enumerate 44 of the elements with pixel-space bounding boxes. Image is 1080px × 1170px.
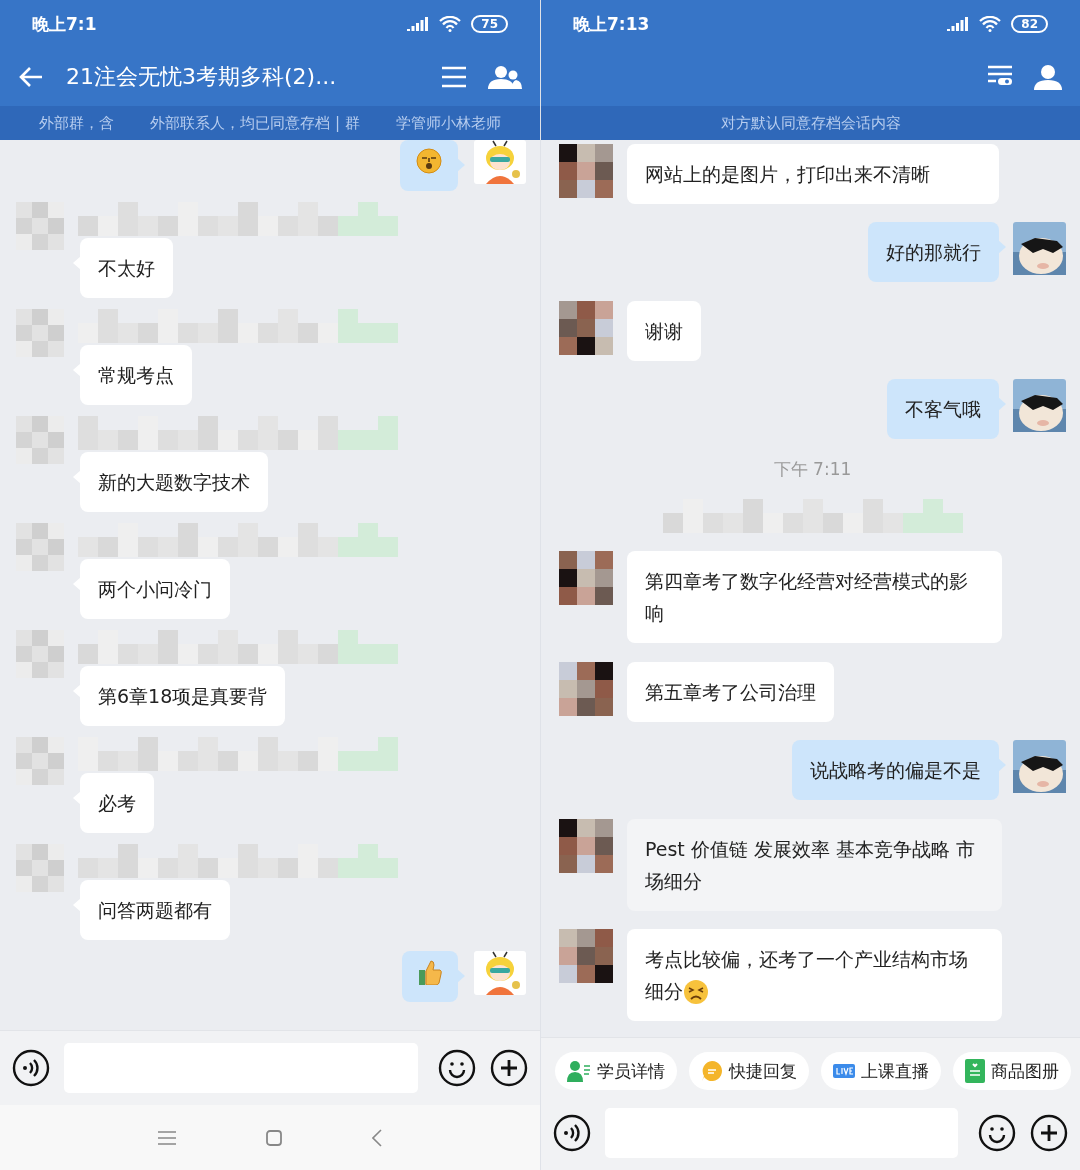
wifi-icon (979, 16, 1002, 32)
message-bubble: 第五章考了公司治理 (627, 661, 834, 722)
add-icon[interactable] (1030, 1114, 1068, 1152)
message-bubble: Pest 价值链 发展效率 基本竞争战略 市场细分 (627, 818, 1002, 911)
live-icon (833, 1064, 855, 1078)
bubble-tail (998, 240, 1006, 255)
group-members-icon[interactable] (488, 65, 522, 89)
message-bubble: 第四章考了数字化经营对经营模式的影响 (627, 551, 1002, 644)
voice-icon[interactable] (553, 1114, 591, 1152)
message-bubble: 考点比较偏，还考了一个产业结构市场细分 (627, 928, 1002, 1021)
message-bubble: 谢谢 (627, 300, 701, 361)
emoji-icon[interactable] (978, 1114, 1016, 1152)
person-icon[interactable] (1034, 64, 1062, 90)
quick-action-button[interactable]: 学员详情 (555, 1052, 677, 1090)
thumbs-up-icon (418, 959, 442, 985)
archive-notice: 学管师小林老师 (395, 113, 501, 133)
timestamp: 下午 7:11 (773, 457, 852, 481)
home-icon[interactable] (266, 1129, 282, 1146)
add-icon[interactable] (490, 1049, 528, 1087)
quick-action-button[interactable]: 上课直播 (821, 1052, 941, 1090)
signal-icon (947, 17, 970, 31)
message-icon (701, 1060, 723, 1082)
quick-action-button[interactable]: 快捷回复 (689, 1052, 809, 1090)
emoji-icon[interactable] (438, 1049, 476, 1087)
battery-level: 75 (471, 15, 508, 33)
wifi-icon (439, 16, 462, 32)
archive-notice: 对方默认同意存档会话内容 (720, 113, 901, 133)
menu-icon[interactable] (158, 1130, 176, 1145)
sleepy-face-icon (416, 148, 442, 174)
archive-notice: 外部群，含 (39, 113, 115, 133)
battery-level: 82 (1011, 15, 1048, 33)
status-time: 晚上7:13 (573, 12, 650, 36)
catalog-icon (965, 1059, 985, 1083)
back-icon[interactable] (372, 1128, 382, 1147)
person-list-icon (567, 1060, 591, 1082)
status-time: 晚上7:1 (32, 12, 97, 36)
signal-icon (407, 17, 430, 31)
archive-notice: 外部联系人，均已同意存档 | 群 (150, 113, 360, 133)
bubble-tail (998, 397, 1006, 412)
voice-icon[interactable] (12, 1049, 50, 1087)
bubble-tail (998, 758, 1006, 773)
quick-action-button[interactable]: 商品图册 (953, 1052, 1071, 1090)
chat-title: 21注会无忧3考期多科(2)... (66, 63, 337, 91)
message-bubble: 网站上的是图片，打印出来不清晰 (627, 144, 999, 204)
